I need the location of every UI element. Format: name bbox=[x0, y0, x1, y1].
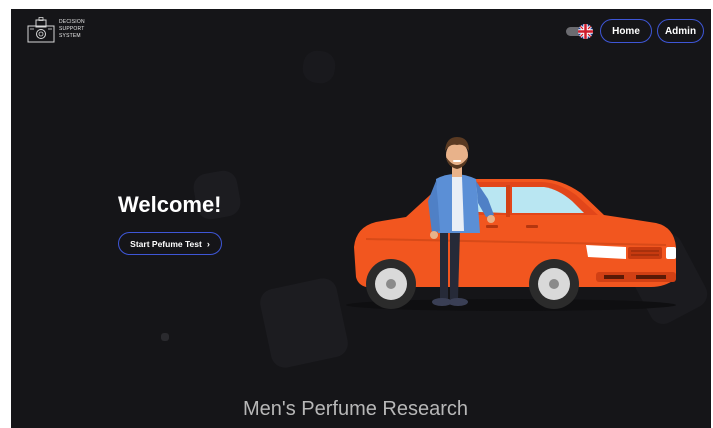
decorative-shape bbox=[300, 48, 338, 86]
app-frame: DECISION SUPPORT SYSTEM Home Admin Welco… bbox=[11, 9, 711, 428]
home-button[interactable]: Home bbox=[600, 19, 652, 43]
admin-button[interactable]: Admin bbox=[657, 19, 704, 43]
uk-flag-icon bbox=[578, 24, 593, 39]
start-button-label: Start Pefume Test bbox=[130, 238, 202, 249]
logo-line: SYSTEM bbox=[59, 33, 81, 39]
logo-text: DECISION SUPPORT SYSTEM bbox=[59, 19, 85, 40]
hero-title: Welcome! bbox=[118, 192, 222, 217]
decorative-shape bbox=[161, 333, 169, 341]
language-toggle[interactable] bbox=[566, 24, 594, 39]
section-title: Men's Perfume Research bbox=[243, 398, 469, 420]
logo-line: DECISION bbox=[59, 19, 85, 25]
logo-icon[interactable] bbox=[27, 17, 55, 43]
logo-line: SUPPORT bbox=[59, 26, 85, 32]
chevron-right-icon: › bbox=[206, 238, 210, 249]
car-man-illustration bbox=[346, 137, 676, 311]
start-perfume-test-button[interactable]: Start Pefume Test › bbox=[118, 232, 222, 255]
